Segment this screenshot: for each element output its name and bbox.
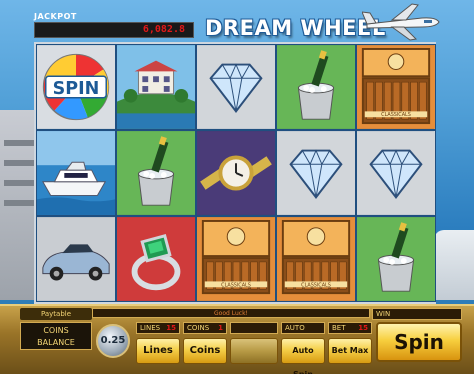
- bet-max-button[interactable]: Bet Max: [328, 338, 372, 364]
- status-message: Good Luck!: [92, 308, 370, 318]
- paytable-button[interactable]: Paytable: [20, 308, 92, 320]
- coins-label: COINS: [187, 324, 210, 332]
- lines-button[interactable]: Lines: [136, 338, 180, 364]
- game-title: DREAM WHEEL: [205, 16, 386, 40]
- cigar-brand-text: CLASSICALS: [221, 282, 251, 288]
- reel-1: SPIN: [36, 44, 116, 302]
- symbol-cigar-box: CLASSICALS: [276, 216, 356, 302]
- reel-5: CLASSICALS: [356, 44, 436, 302]
- coins-value: 1: [218, 324, 223, 332]
- symbol-sports-car: [36, 216, 116, 302]
- spin-symbol-text: SPIN: [53, 79, 100, 99]
- lines-label: LINES: [140, 324, 161, 332]
- symbol-spin-wheel: SPIN: [36, 44, 116, 130]
- airplane-icon: [362, 3, 440, 41]
- control-panel: Paytable COINS BALANCE 0.25 Good Luck! L…: [0, 304, 474, 374]
- symbol-mansion: [116, 44, 196, 130]
- cigar-brand-text: CLASSICALS: [301, 282, 331, 288]
- coins-button[interactable]: Coins: [183, 338, 227, 364]
- symbol-diamond: [356, 130, 436, 216]
- spin-button[interactable]: Spin: [376, 322, 462, 362]
- symbol-cigar-box: CLASSICALS: [196, 216, 276, 302]
- auto-spin-button[interactable]: Auto Spin: [281, 338, 325, 374]
- bet-display: BET 15: [328, 322, 372, 334]
- coins-display: COINS 1: [183, 322, 227, 334]
- auto-label: AUTO: [285, 324, 305, 332]
- symbol-cigar-box: CLASSICALS: [356, 44, 436, 130]
- blank-button[interactable]: [230, 338, 278, 364]
- symbol-diamond: [196, 44, 276, 130]
- win-label: WIN: [376, 310, 391, 318]
- symbol-champagne: [276, 44, 356, 130]
- reel-4: CLASSICALS: [276, 44, 356, 302]
- coin-value-chip[interactable]: 0.25: [96, 324, 130, 358]
- jackpot-value: 6,082.8: [34, 22, 194, 38]
- reel-grid: SPIN CLASSICALS CLASSICALS CLASSICALS: [34, 42, 436, 304]
- symbol-champagne: [116, 130, 196, 216]
- auto-display: AUTO: [281, 322, 325, 334]
- symbol-watch: [196, 130, 276, 216]
- reel-3: CLASSICALS: [196, 44, 276, 302]
- reel-2: [116, 44, 196, 302]
- bet-label: BET: [332, 324, 346, 332]
- symbol-emerald-ring: [116, 216, 196, 302]
- bet-value: 15: [358, 324, 368, 332]
- lines-display: LINES 15: [136, 322, 180, 334]
- symbol-champagne: [356, 216, 436, 302]
- coins-balance-display: COINS BALANCE: [20, 322, 92, 350]
- lines-value: 15: [166, 324, 176, 332]
- jackpot-label: JACKPOT: [34, 12, 77, 21]
- cigar-brand-text: CLASSICALS: [381, 112, 411, 118]
- symbol-yacht: [36, 130, 116, 216]
- win-display: WIN: [372, 308, 462, 320]
- coins-balance-label: COINS BALANCE: [37, 326, 75, 347]
- symbol-diamond: [276, 130, 356, 216]
- blank-display: [230, 322, 278, 334]
